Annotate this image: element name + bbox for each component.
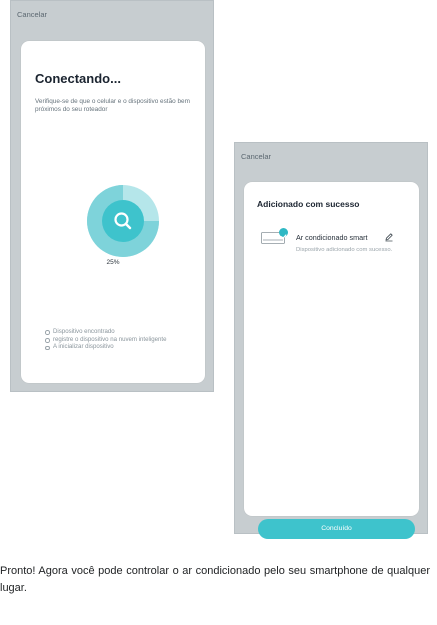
progress-percent: 25% [106, 259, 120, 266]
connecting-card: Conectando... Verifique-se de que o celu… [21, 41, 205, 383]
caption-text: Pronto! Agora você pode controlar o ar c… [0, 565, 430, 594]
step-item: Dispositivo encontrado [45, 328, 166, 336]
step-item: registre o dispositivo na nuvem intelige… [45, 336, 166, 344]
device-name: Ar condicionado smart [296, 233, 368, 242]
connecting-screen: Cancelar Conectando... Verifique-se de q… [10, 0, 214, 392]
progress-ring [85, 183, 161, 259]
check-icon [279, 228, 288, 239]
pencil-icon[interactable] [384, 232, 394, 242]
cancel-button[interactable]: Cancelar [241, 152, 271, 161]
success-title: Adicionado com sucesso [257, 199, 360, 209]
instruction-text: Verifique-se de que o celular e o dispos… [35, 98, 190, 113]
success-card: Adicionado com sucesso Ar condicionado s… [244, 182, 419, 539]
cancel-button[interactable]: Cancelar [17, 10, 47, 19]
done-button[interactable]: Concluído [258, 519, 415, 539]
connection-steps: Dispositivo encontrado registre o dispos… [45, 328, 166, 351]
success-screen: Cancelar Adicionado com sucesso Ar condi… [234, 142, 428, 539]
device-status: Dispositivo adicionado com sucesso. [296, 247, 393, 253]
page-title: Conectando... [35, 71, 121, 86]
step-item: A inicializar dispositivo [45, 343, 166, 351]
